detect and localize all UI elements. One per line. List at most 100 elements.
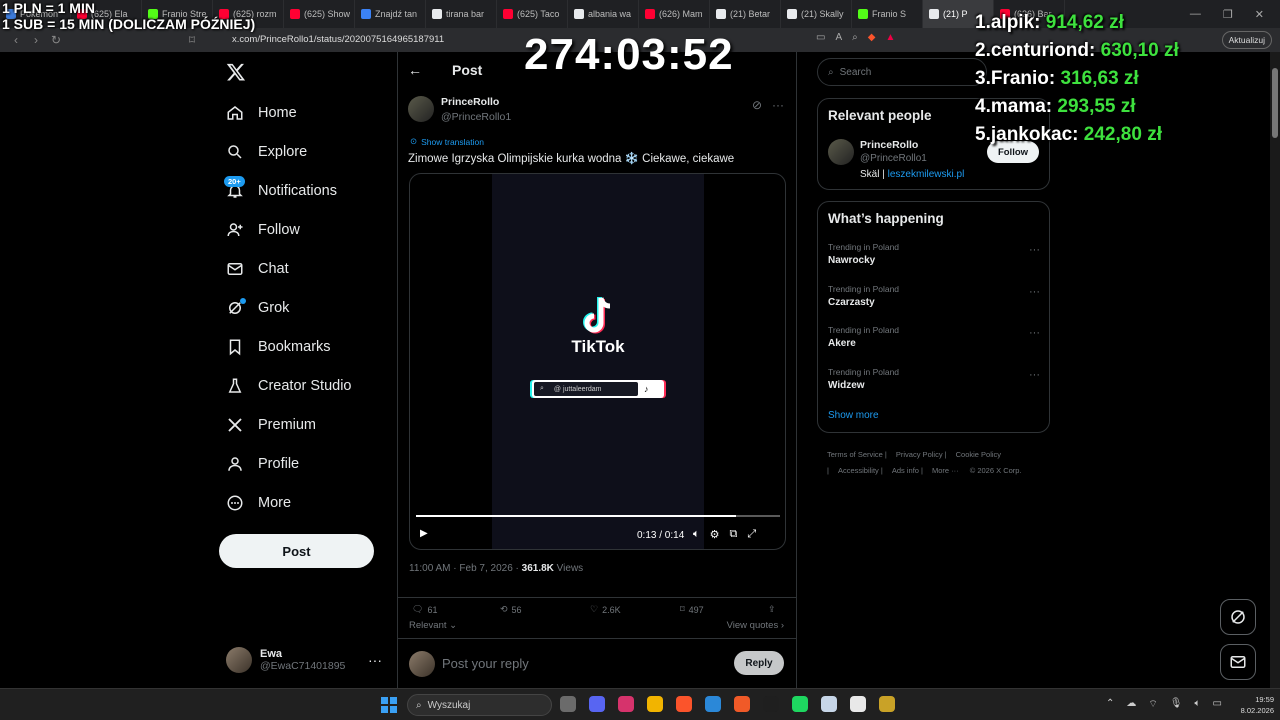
author[interactable]: PrinceRollo @PrinceRollo1 xyxy=(408,96,511,123)
rewards-icon[interactable]: ▲ xyxy=(885,32,895,43)
more-icon[interactable]: ··· xyxy=(1029,327,1040,339)
share-action[interactable]: ⇪ xyxy=(768,604,776,615)
more-icon[interactable]: ··· xyxy=(1029,369,1040,381)
account-switcher[interactable]: Ewa @EwaC71401895 ··· xyxy=(226,642,386,678)
browser-tab[interactable]: (21) Skally xyxy=(781,0,852,28)
show-more-link[interactable]: Show more xyxy=(828,410,879,421)
minimize-icon[interactable]: — xyxy=(1190,8,1201,20)
nav-item-explore[interactable]: Explore xyxy=(216,132,396,171)
show-translation-link[interactable]: ⊙ Show translation xyxy=(410,136,484,147)
person-bio-link[interactable]: leszekmilewski.pl xyxy=(888,169,965,180)
reply-input[interactable]: Post your reply xyxy=(442,656,529,671)
browser-tab[interactable]: Franio S xyxy=(852,0,923,28)
taskbar-app-icon[interactable] xyxy=(618,696,634,712)
post-button[interactable]: Post xyxy=(219,534,374,568)
forward-icon[interactable]: › xyxy=(26,33,46,47)
wifi-icon[interactable]: ⌔ xyxy=(1148,698,1157,711)
trend-item[interactable]: Trending in Poland Widzew ··· xyxy=(828,367,1040,391)
person-name[interactable]: PrinceRollo xyxy=(860,139,927,151)
trend-item[interactable]: Trending in Poland Akere ··· xyxy=(828,325,1040,349)
taskbar-app-icon[interactable] xyxy=(792,696,808,712)
translate-icon[interactable]: A xyxy=(835,32,842,43)
more-icon[interactable]: ··· xyxy=(772,98,784,112)
maximize-icon[interactable]: ❐ xyxy=(1223,8,1233,21)
trend-item[interactable]: Trending in Poland Nawrocky ··· xyxy=(828,242,1040,266)
pip-icon[interactable]: ⧉ xyxy=(729,528,737,541)
reload-icon[interactable]: ↻ xyxy=(46,33,66,47)
nav-item-premium[interactable]: Premium xyxy=(216,405,396,444)
zoom-icon[interactable]: ⌕ xyxy=(852,32,858,43)
taskbar-app-icon[interactable] xyxy=(647,696,663,712)
avatar[interactable] xyxy=(828,139,854,165)
speaker-icon[interactable]: 🔈︎ xyxy=(1195,698,1201,711)
x-logo-icon[interactable] xyxy=(226,62,246,82)
taskbar-app-icon[interactable] xyxy=(821,696,837,712)
nav-item-creator-studio[interactable]: Creator Studio xyxy=(216,366,396,405)
back-icon[interactable]: ‹ xyxy=(6,33,26,47)
like-action[interactable]: ♡ 2.6K xyxy=(590,604,621,615)
footer-link[interactable]: Accessibility | xyxy=(838,466,883,475)
settings-icon[interactable]: ⚙ xyxy=(710,528,720,541)
repost-action[interactable]: ⟲ 56 xyxy=(500,604,522,615)
nav-item-home[interactable]: Home xyxy=(216,93,396,132)
person-handle[interactable]: @PrinceRollo1 xyxy=(860,153,927,164)
play-icon[interactable]: ▶ xyxy=(420,528,428,539)
browser-tab[interactable]: Znajdź tan xyxy=(355,0,426,28)
volume-icon[interactable]: 🔈︎ xyxy=(693,528,700,541)
nav-item-chat[interactable]: Chat xyxy=(216,249,396,288)
windows-start-icon[interactable] xyxy=(381,697,397,713)
view-quotes-link[interactable]: View quotes › xyxy=(727,620,784,631)
browser-tab[interactable]: albania wa xyxy=(568,0,639,28)
author-handle[interactable]: @PrinceRollo1 xyxy=(441,111,511,123)
taskbar-app-icon[interactable] xyxy=(589,696,605,712)
back-arrow-icon[interactable]: ← xyxy=(408,62,422,78)
browser-tab[interactable]: (625) Taco xyxy=(497,0,568,28)
taskbar-app-icon[interactable] xyxy=(705,696,721,712)
video-player[interactable]: TikTok ⌕ @ juttaleerdam ♪ ▶ 0:13 / 0:14 🔈… xyxy=(409,173,786,550)
taskbar-clock[interactable]: 19:59 8.02.2026 xyxy=(1236,694,1274,716)
footer-link[interactable]: Ads info | xyxy=(892,466,923,475)
reply-action[interactable]: 🗨︎ 61 xyxy=(412,604,437,615)
browser-tab[interactable]: (21) Betar xyxy=(710,0,781,28)
reply-button[interactable]: Reply xyxy=(734,651,784,675)
more-icon[interactable]: ··· xyxy=(1029,244,1040,256)
footer-link[interactable]: Terms of Service | xyxy=(827,450,887,459)
search-input[interactable]: ⌕ Search xyxy=(817,58,987,86)
chevron-up-icon[interactable]: ⌃ xyxy=(1106,698,1114,711)
scrollbar[interactable] xyxy=(1270,52,1280,688)
taskbar-app-icon[interactable] xyxy=(850,696,866,712)
taskbar-app-icon[interactable] xyxy=(734,696,750,712)
brave-shield-icon[interactable]: ◆ xyxy=(868,32,876,43)
more-icon[interactable]: ··· xyxy=(1029,286,1040,298)
bookmark-action[interactable]: ⌑ 497 xyxy=(680,604,704,615)
post-timestamp[interactable]: 11:00 AM · Feb 7, 2026 · xyxy=(409,563,522,574)
video-progress-bar[interactable] xyxy=(416,515,780,517)
taskbar-app-icon[interactable] xyxy=(879,696,895,712)
update-button[interactable]: Aktualizuj xyxy=(1221,31,1272,49)
nav-item-more[interactable]: More xyxy=(216,483,396,522)
grok-icon[interactable]: ⊘ xyxy=(752,98,762,112)
taskbar-app-icon[interactable] xyxy=(763,696,779,712)
nav-item-bookmarks[interactable]: Bookmarks xyxy=(216,327,396,366)
battery-icon[interactable]: ▭ xyxy=(1213,698,1222,711)
url-field[interactable]: x.com/PrinceRollo1/status/20200751649651… xyxy=(232,34,444,45)
grok-fab-button[interactable] xyxy=(1220,599,1256,635)
nav-item-profile[interactable]: Profile xyxy=(216,444,396,483)
cloud-icon[interactable]: ☁ xyxy=(1126,698,1136,711)
sort-dropdown[interactable]: Relevant ⌄ xyxy=(409,620,457,631)
browser-tab[interactable]: tirana bar xyxy=(426,0,497,28)
browser-tab[interactable]: (626) Mam xyxy=(639,0,710,28)
taskbar-search[interactable]: ⌕ Wyszukaj xyxy=(407,694,552,716)
more-icon[interactable]: ··· xyxy=(368,652,382,668)
taskbar-app-icon[interactable] xyxy=(676,696,692,712)
taskbar-app-icon[interactable] xyxy=(560,696,576,712)
footer-link[interactable]: Privacy Policy | xyxy=(896,450,947,459)
author-avatar[interactable] xyxy=(408,96,434,122)
trend-item[interactable]: Trending in Poland Czarzasty ··· xyxy=(828,284,1040,308)
footer-link[interactable]: More ··· xyxy=(932,466,961,475)
cast-icon[interactable]: ▭ xyxy=(816,32,825,43)
nav-item-grok[interactable]: Grok xyxy=(216,288,396,327)
footer-link[interactable]: © 2026 X Corp. xyxy=(970,466,1022,475)
close-icon[interactable]: ✕ xyxy=(1255,8,1264,21)
relevant-person[interactable]: PrinceRollo @PrinceRollo1 xyxy=(828,139,927,165)
